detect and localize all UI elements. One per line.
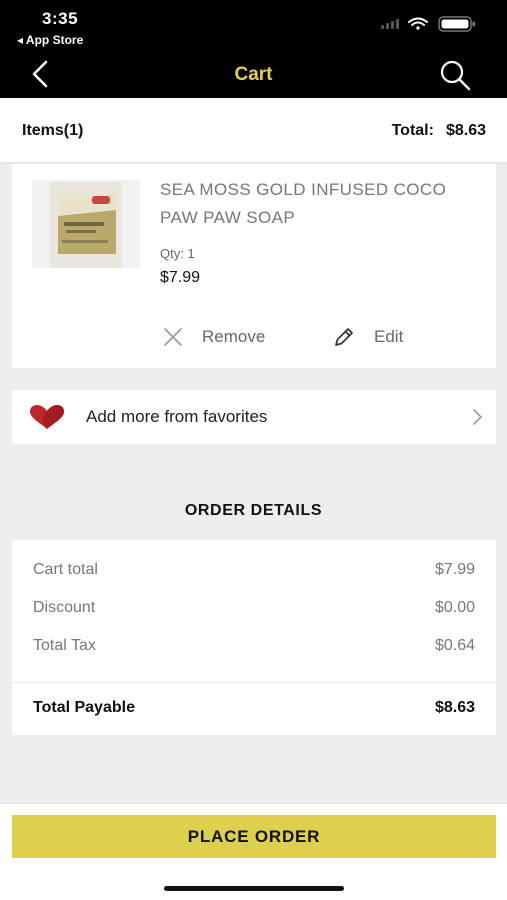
product-price: $7.99	[160, 269, 201, 286]
product-name[interactable]: SEA MOSS GOLD INFUSED COCO PAW PAW SOAP	[160, 176, 480, 232]
status-time: 3:35	[42, 9, 79, 28]
heart-icon	[30, 405, 64, 429]
divider	[12, 682, 496, 683]
items-count: Items(1)	[22, 122, 84, 139]
close-icon	[164, 328, 182, 346]
items-total-label: Total:	[391, 122, 434, 139]
status-icons	[381, 16, 475, 32]
status-back-to-app[interactable]: ◂ App Store	[17, 33, 83, 47]
pencil-icon	[335, 328, 353, 346]
product-image[interactable]	[32, 180, 140, 268]
order-row-value: $7.99	[434, 561, 475, 578]
order-row-value: $0.00	[434, 599, 475, 616]
total-payable-value: $8.63	[434, 699, 475, 716]
search-icon[interactable]	[438, 58, 472, 92]
edit-button[interactable]: Edit	[332, 324, 403, 350]
battery-icon	[438, 16, 475, 32]
total-payable-label: Total Payable	[33, 699, 135, 716]
place-order-button[interactable]: PLACE ORDER	[12, 815, 496, 858]
order-details-title: ORDER DETAILS	[184, 502, 323, 519]
order-row-label: Cart total	[33, 561, 98, 578]
items-summary-bar: Items(1) Total: $8.63	[0, 98, 507, 163]
remove-label: Remove	[202, 327, 266, 346]
wifi-icon	[408, 17, 428, 30]
order-row-total-tax: Total Tax $0.64	[33, 637, 475, 659]
top-bar: 3:35 ◂ App Store Cart	[0, 0, 507, 98]
order-row-discount: Discount $0.00	[33, 599, 475, 621]
order-row-label: Discount	[33, 599, 96, 616]
items-total: Total: $8.63	[392, 122, 486, 140]
order-row-cart-total: Cart total $7.99	[33, 561, 475, 583]
footer: PLACE ORDER	[0, 803, 507, 900]
order-row-label: Total Tax	[33, 637, 96, 654]
chevron-right-icon	[473, 409, 482, 425]
add-from-favorites-row[interactable]: Add more from favorites	[12, 390, 496, 444]
order-details-card: Cart total $7.99 Discount $0.00 Total Ta…	[12, 540, 496, 735]
product-qty: Qty: 1	[160, 246, 195, 261]
page-title: Cart	[234, 64, 273, 85]
order-row-total-payable: Total Payable $8.63	[33, 699, 475, 721]
home-indicator	[164, 886, 344, 891]
remove-button[interactable]: Remove	[162, 324, 265, 350]
edit-label: Edit	[374, 327, 404, 346]
favorites-label: Add more from favorites	[86, 407, 268, 426]
order-row-value: $0.64	[434, 637, 475, 654]
signal-icon	[381, 19, 399, 29]
items-total-value: $8.63	[445, 122, 486, 139]
cart-item-card: SEA MOSS GOLD INFUSED COCO PAW PAW SOAP …	[12, 164, 496, 368]
